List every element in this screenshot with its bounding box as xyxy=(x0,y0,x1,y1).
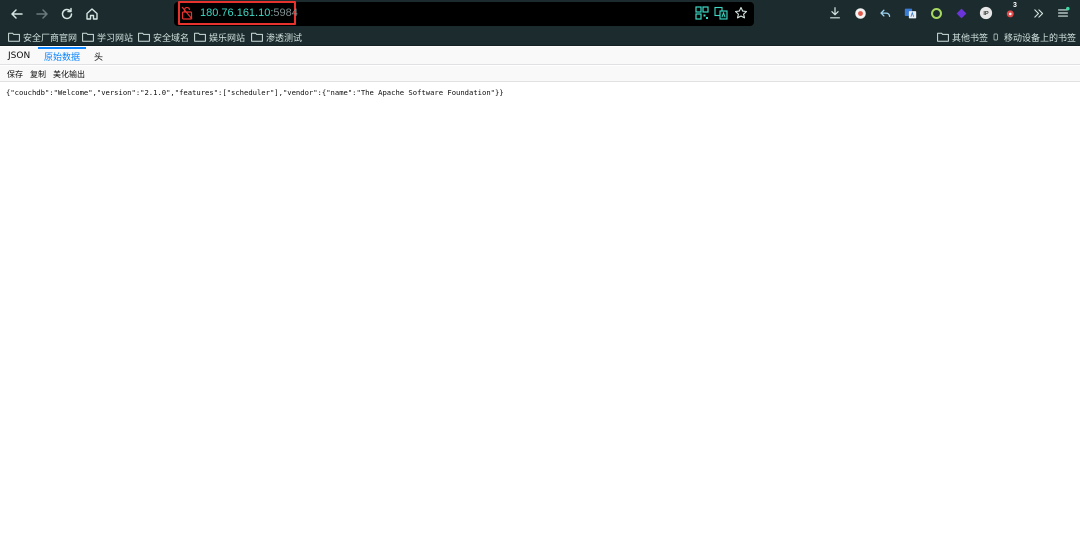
home-button[interactable] xyxy=(82,4,102,24)
folder-icon xyxy=(138,32,150,42)
browser-toolbar: 180.76.161.10:5984 IP 3 xyxy=(0,0,1080,28)
reply-extension-button[interactable] xyxy=(877,5,893,21)
copy-button[interactable]: 复制 xyxy=(30,66,46,82)
json-viewer-actionbar: 保存 复制 美化输出 xyxy=(0,66,1080,82)
url-host: 180.76.161.10: xyxy=(200,7,274,19)
profile-extension-button[interactable] xyxy=(852,5,868,21)
back-button[interactable] xyxy=(7,4,27,24)
forward-button[interactable] xyxy=(32,4,52,24)
bookmark-label: 娱乐网站 xyxy=(209,33,246,44)
diamond-icon xyxy=(956,8,966,18)
home-icon xyxy=(86,8,98,20)
json-viewer-tabbar: JSON 原始数据 头 xyxy=(0,47,1080,65)
tab-raw-data[interactable]: 原始数据 xyxy=(38,47,87,65)
insecure-lock-icon[interactable] xyxy=(181,6,193,20)
reload-icon xyxy=(61,7,73,20)
bookmark-folder-other[interactable]: 其他书签 xyxy=(937,30,988,44)
raw-json-text: {"couchdb":"Welcome","version":"2.1.0","… xyxy=(6,88,504,97)
ip-icon: IP xyxy=(979,6,993,20)
url-port: 5984 xyxy=(273,7,298,19)
folder-icon xyxy=(8,32,20,42)
translate-icon[interactable] xyxy=(714,6,728,20)
ip-extension-button[interactable]: IP xyxy=(978,5,994,21)
bookmark-folder-entertainment[interactable]: 娱乐网站 xyxy=(194,30,245,44)
overflow-menu-button[interactable] xyxy=(1030,5,1046,21)
bookmark-folder-mobile[interactable]: 移动设备上的书签 xyxy=(993,30,1076,44)
bookmark-label: 其他书签 xyxy=(952,33,989,44)
url-text[interactable]: 180.76.161.10:5984 xyxy=(200,6,298,20)
bookmark-label: 安全域名 xyxy=(153,33,190,44)
diamond-extension-button[interactable] xyxy=(953,5,969,21)
app-menu-button[interactable] xyxy=(1055,5,1071,21)
mobile-device-icon xyxy=(993,33,998,41)
downloads-button[interactable] xyxy=(827,5,843,21)
ring-extension-button[interactable] xyxy=(928,5,944,21)
notifications-extension-button[interactable]: 3 xyxy=(1004,2,1020,21)
pretty-print-button[interactable]: 美化输出 xyxy=(53,66,85,82)
bookmark-folder-learning[interactable]: 学习网站 xyxy=(82,30,133,44)
hamburger-menu-icon xyxy=(1058,6,1070,17)
reply-icon xyxy=(879,9,890,17)
bookmark-label: 学习网站 xyxy=(97,33,134,44)
ring-icon xyxy=(930,7,942,19)
download-icon xyxy=(830,7,840,19)
chevron-double-right-icon xyxy=(1033,8,1043,18)
tab-json[interactable]: JSON xyxy=(2,47,36,65)
arrow-left-icon xyxy=(11,9,23,19)
reload-button[interactable] xyxy=(57,4,77,24)
translator-extension-button[interactable] xyxy=(902,5,918,21)
bookmarks-bar: 安全厂商官网 学习网站 安全域名 娱乐网站 渗透测试 其他书签 移动设备上的书签 xyxy=(0,28,1080,46)
arrow-right-icon xyxy=(36,9,48,19)
bookmark-label: 渗透测试 xyxy=(266,33,303,44)
folder-icon xyxy=(194,32,206,42)
bookmark-folder-security-domains[interactable]: 安全域名 xyxy=(138,30,189,44)
save-button[interactable]: 保存 xyxy=(7,66,23,82)
translator-icon xyxy=(904,8,916,18)
notification-count: 3 xyxy=(1013,2,1017,9)
bookmark-label: 移动设备上的书签 xyxy=(1004,33,1077,44)
folder-icon xyxy=(82,32,94,42)
bookmark-folder-pentest[interactable]: 渗透测试 xyxy=(251,30,302,44)
folder-icon xyxy=(937,32,949,42)
qr-code-icon[interactable] xyxy=(695,6,709,20)
folder-icon xyxy=(251,32,263,42)
tab-headers[interactable]: 头 xyxy=(88,47,109,65)
bookmark-label: 安全厂商官网 xyxy=(23,33,78,44)
bookmark-star-icon[interactable] xyxy=(734,6,748,20)
avatar-icon xyxy=(854,7,866,19)
ip-badge-text: IP xyxy=(983,11,989,17)
bookmark-folder-security-vendors[interactable]: 安全厂商官网 xyxy=(8,30,77,44)
